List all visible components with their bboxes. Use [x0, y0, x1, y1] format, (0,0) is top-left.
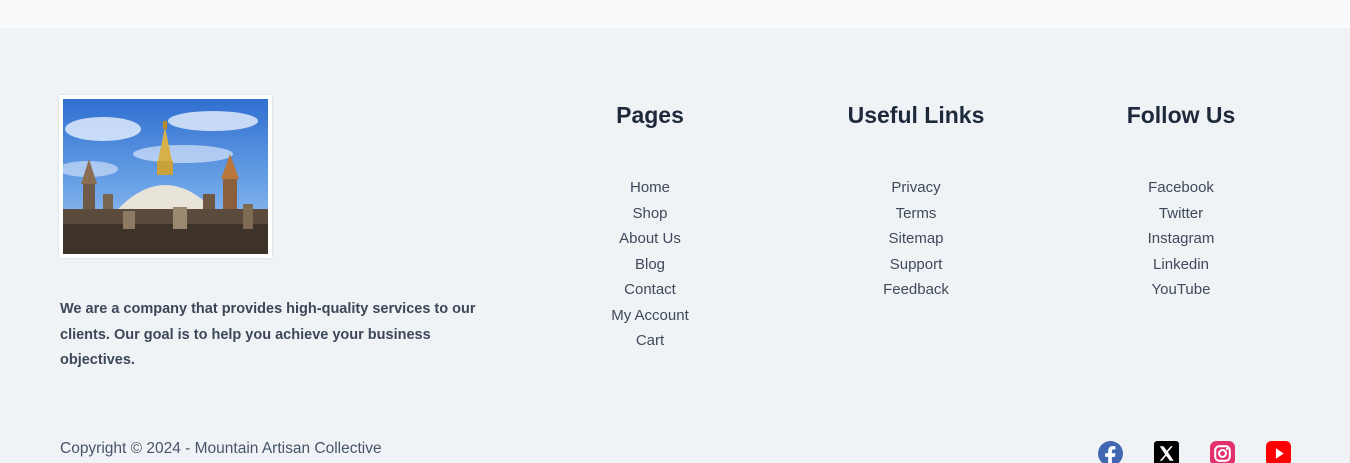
- follow-us-column: Follow Us Facebook Twitter Instagram Lin…: [1111, 100, 1251, 303]
- footer-link-shop[interactable]: Shop: [590, 201, 710, 227]
- youtube-icon[interactable]: [1265, 440, 1291, 463]
- footer-link-linkedin[interactable]: Linkedin: [1111, 252, 1251, 278]
- useful-links-column: Useful Links Privacy Terms Sitemap Suppo…: [846, 100, 986, 303]
- footer-logo[interactable]: [59, 95, 272, 258]
- footer-link-about-us[interactable]: About Us: [590, 226, 710, 252]
- footer-link-cart[interactable]: Cart: [590, 328, 710, 354]
- footer-link-facebook[interactable]: Facebook: [1111, 175, 1251, 201]
- footer-link-my-account[interactable]: My Account: [590, 303, 710, 329]
- temple-photo-icon: [63, 99, 268, 254]
- copyright-text: Copyright © 2024 - Mountain Artisan Coll…: [60, 440, 382, 457]
- follow-us-heading: Follow Us: [1126, 102, 1236, 128]
- instagram-icon[interactable]: [1209, 440, 1235, 463]
- footer-link-youtube[interactable]: YouTube: [1111, 277, 1251, 303]
- useful-links-list: Privacy Terms Sitemap Support Feedback: [846, 175, 986, 303]
- footer-link-home[interactable]: Home: [590, 175, 710, 201]
- footer-link-contact[interactable]: Contact: [590, 277, 710, 303]
- pages-heading: Pages: [616, 102, 684, 128]
- company-description: We are a company that provides high-qual…: [60, 301, 476, 368]
- facebook-icon[interactable]: [1097, 440, 1123, 463]
- pages-column: Pages Home Shop About Us Blog Contact My…: [590, 100, 710, 354]
- footer-link-twitter[interactable]: Twitter: [1111, 201, 1251, 227]
- pages-list: Home Shop About Us Blog Contact My Accou…: [590, 175, 710, 354]
- follow-us-list: Facebook Twitter Instagram Linkedin YouT…: [1111, 175, 1251, 303]
- footer-link-terms[interactable]: Terms: [846, 201, 986, 227]
- x-icon[interactable]: [1153, 440, 1179, 463]
- useful-links-heading: Useful Links: [847, 102, 985, 128]
- footer-link-blog[interactable]: Blog: [590, 252, 710, 278]
- footer-link-sitemap[interactable]: Sitemap: [846, 226, 986, 252]
- footer-link-privacy[interactable]: Privacy: [846, 175, 986, 201]
- footer-link-support[interactable]: Support: [846, 252, 986, 278]
- footer-link-instagram[interactable]: Instagram: [1111, 226, 1251, 252]
- footer-link-feedback[interactable]: Feedback: [846, 277, 986, 303]
- page-top-strip: [0, 0, 1350, 28]
